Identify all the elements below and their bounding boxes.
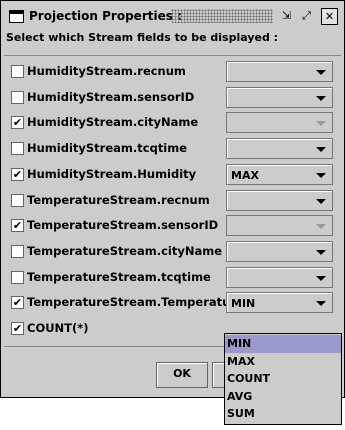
field-row: ✔ TemperatureStream.sensorID	[4, 213, 341, 238]
aggregate-combo[interactable]: MIN	[226, 292, 333, 314]
field-row: ✔ TemperatureStream.Temperature MIN	[4, 290, 341, 315]
instructions-heading: Select which Stream fields to be display…	[6, 31, 279, 44]
ok-button[interactable]: OK	[156, 362, 208, 388]
window-icon	[9, 10, 24, 23]
field-label: TemperatureStream.cityName	[27, 243, 223, 258]
dropdown-option-min[interactable]: MIN	[225, 335, 341, 353]
title-bar-grip[interactable]	[171, 9, 273, 23]
window-title: Projection Properties :	[29, 9, 182, 23]
aggregate-combo[interactable]	[226, 266, 333, 288]
dropdown-option-sum[interactable]: SUM	[225, 405, 341, 423]
field-checkbox[interactable]: ✔	[11, 167, 24, 181]
aggregate-combo-value: MIN	[231, 297, 256, 311]
field-row: ✔ HumidityStream.Humidity MAX	[4, 162, 341, 187]
field-checkbox[interactable]: ✔	[11, 219, 24, 233]
chevron-down-icon[interactable]	[316, 95, 326, 101]
field-row: ✔ HumidityStream.cityName	[4, 110, 341, 135]
title-bar[interactable]: Projection Properties : ⇲ ⤢ ✕	[3, 5, 342, 27]
field-checkbox[interactable]	[11, 193, 24, 207]
close-icon[interactable]: ✕	[321, 8, 338, 25]
field-label: COUNT(*)	[27, 321, 89, 335]
aggregate-combo	[226, 215, 333, 237]
field-row: HumidityStream.recnum	[4, 59, 341, 84]
aggregate-combo[interactable]: MAX	[226, 163, 333, 185]
dropdown-option-avg[interactable]: AVG	[225, 388, 341, 406]
field-label: TemperatureStream.recnum	[27, 192, 210, 207]
field-checkbox[interactable]	[11, 142, 24, 156]
field-label: HumidityStream.tcqtime	[27, 141, 188, 156]
field-row: TemperatureStream.tcqtime	[4, 265, 341, 290]
field-label: HumidityStream.cityName	[27, 115, 199, 130]
aggregate-combo	[226, 112, 333, 134]
chevron-down-icon[interactable]	[316, 198, 326, 204]
field-checkbox[interactable]	[11, 244, 24, 258]
dropdown-option-max[interactable]: MAX	[225, 353, 341, 371]
aggregate-combo[interactable]	[226, 86, 333, 108]
field-row: HumidityStream.sensorID	[4, 85, 341, 110]
field-label: HumidityStream.sensorID	[27, 89, 195, 104]
chevron-down-icon	[316, 121, 326, 127]
chevron-down-icon[interactable]	[316, 301, 326, 307]
field-label: TemperatureStream.sensorID	[27, 218, 219, 233]
chevron-down-icon[interactable]	[316, 275, 326, 281]
field-checkbox[interactable]: ✔	[11, 296, 24, 310]
field-label: TemperatureStream.tcqtime	[27, 269, 211, 284]
field-label: HumidityStream.Humidity	[27, 166, 197, 181]
aggregate-combo[interactable]	[226, 189, 333, 211]
field-checkbox[interactable]: ✔	[11, 116, 24, 130]
field-checkbox[interactable]	[11, 270, 24, 284]
iconify-icon[interactable]: ⇲	[279, 8, 294, 23]
aggregate-dropdown-list[interactable]: MIN MAX COUNT AVG SUM	[224, 333, 342, 425]
aggregate-combo-value: MAX	[231, 168, 259, 182]
aggregate-combo[interactable]	[226, 138, 333, 160]
chevron-down-icon[interactable]	[316, 249, 326, 255]
chevron-down-icon[interactable]	[316, 147, 326, 153]
field-row: HumidityStream.tcqtime	[4, 136, 341, 161]
chevron-down-icon[interactable]	[316, 172, 326, 178]
field-checkbox[interactable]	[11, 65, 24, 78]
field-checkbox[interactable]	[11, 90, 24, 104]
field-label: HumidityStream.recnum	[27, 64, 186, 78]
aggregate-combo[interactable]	[226, 240, 333, 262]
maximize-icon[interactable]: ⤢	[299, 8, 314, 23]
field-row: TemperatureStream.cityName	[4, 239, 341, 264]
field-label: TemperatureStream.Temperature	[27, 295, 244, 310]
fields-panel: HumidityStream.recnum HumidityStream.sens…	[4, 55, 341, 347]
field-checkbox[interactable]: ✔	[11, 322, 24, 335]
dropdown-option-count[interactable]: COUNT	[225, 370, 341, 388]
chevron-down-icon	[316, 224, 326, 230]
chevron-down-icon[interactable]	[316, 70, 326, 75]
aggregate-combo[interactable]	[226, 61, 333, 82]
field-row: TemperatureStream.recnum	[4, 188, 341, 213]
